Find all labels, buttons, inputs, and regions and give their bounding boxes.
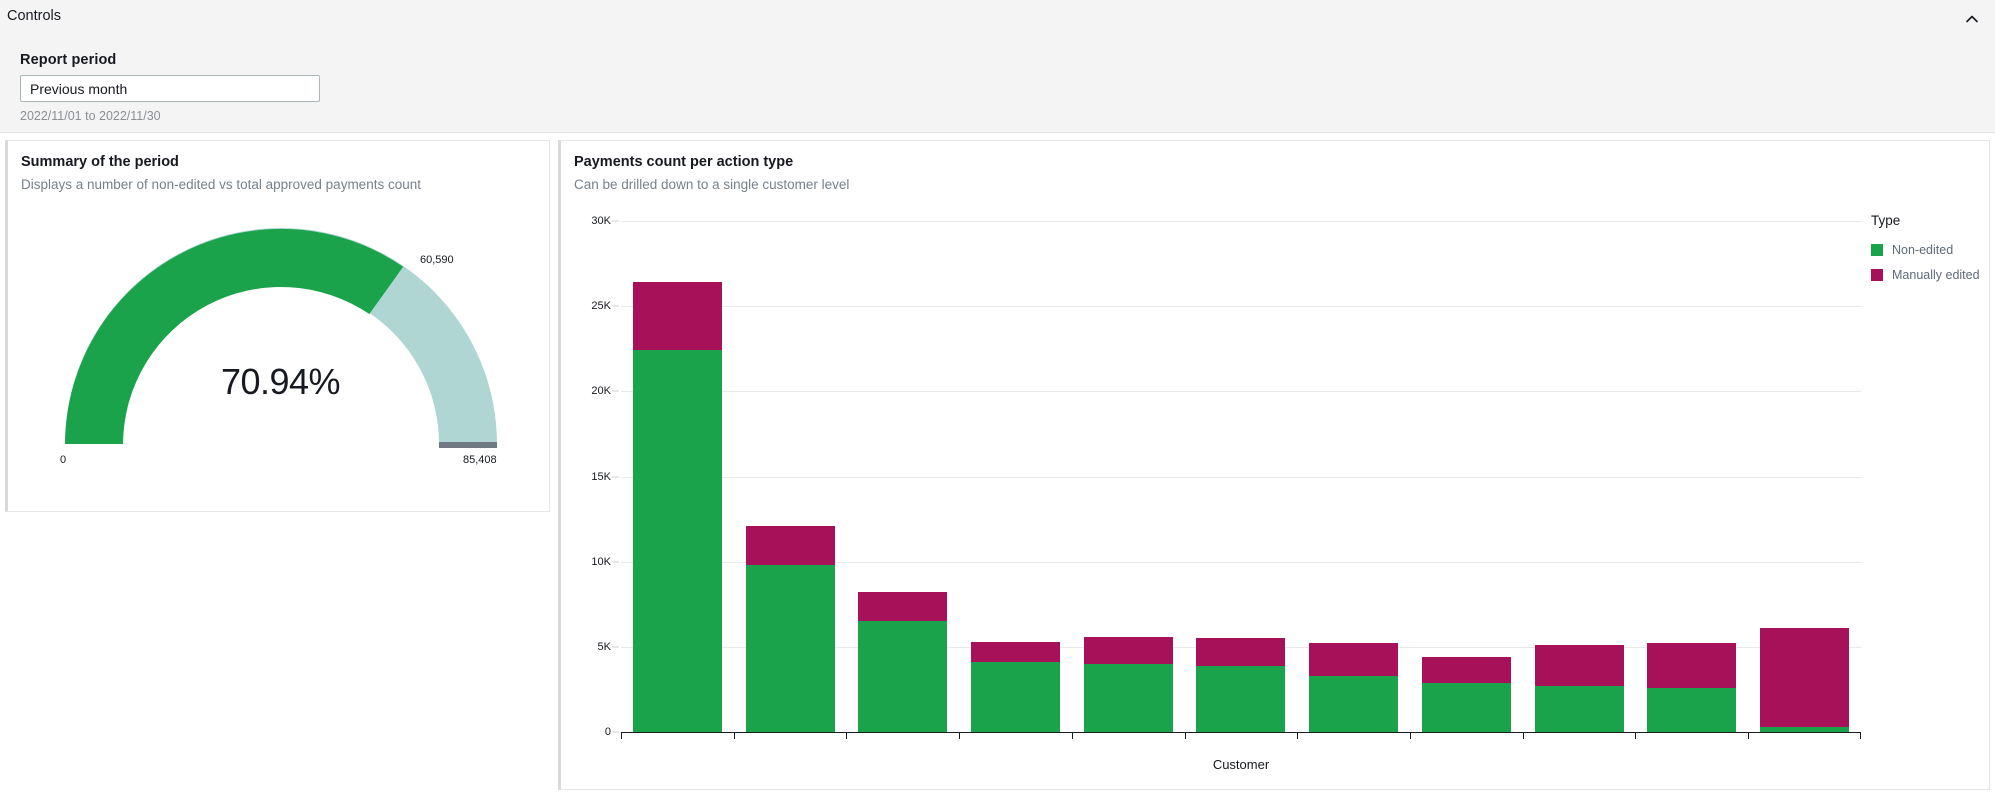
y-tick-mark xyxy=(612,731,619,733)
bar-group[interactable] xyxy=(846,221,959,739)
bar-segment[interactable] xyxy=(1421,683,1511,732)
x-tick-mark xyxy=(959,732,961,739)
y-tick-label: 10K xyxy=(591,555,611,568)
bar-group[interactable] xyxy=(1635,221,1748,739)
x-tick-mark xyxy=(1859,732,1861,739)
gauge-percent-label: 70.94% xyxy=(220,361,341,402)
report-period-range: 2022/11/01 to 2022/11/30 xyxy=(20,109,161,123)
bar-group[interactable] xyxy=(1184,221,1298,739)
x-axis-line xyxy=(621,732,1861,733)
bar-segment[interactable] xyxy=(632,282,722,351)
y-tick-label: 30K xyxy=(591,215,611,227)
chart-panel-subtitle: Can be drilled down to a single customer… xyxy=(574,177,850,192)
bar-segment[interactable] xyxy=(1196,665,1286,732)
bar-group[interactable] xyxy=(1297,221,1410,739)
gauge-value-arc xyxy=(65,228,404,444)
x-tick-mark xyxy=(1410,732,1412,739)
bar-segment[interactable] xyxy=(1760,628,1850,727)
x-tick-mark xyxy=(1184,732,1186,739)
gauge-min-label: 0 xyxy=(60,454,67,466)
bar-chart-plot[interactable]: 0 5K 10K 15K 20K 25K 30K xyxy=(591,215,1861,739)
x-tick-mark xyxy=(846,732,848,739)
bar-group[interactable] xyxy=(1410,221,1523,739)
chart-panel-title: Payments count per action type xyxy=(574,154,794,170)
x-tick-mark xyxy=(1297,732,1299,739)
bar-segment[interactable] xyxy=(1647,687,1737,732)
controls-section: Controls Report period Previous month 20… xyxy=(0,0,1995,133)
report-period-select[interactable]: Previous month xyxy=(20,75,320,102)
bar-segment[interactable] xyxy=(1421,657,1511,684)
bar-segment[interactable] xyxy=(858,621,948,732)
report-period-control: Report period Previous month 2022/11/01 … xyxy=(20,52,320,123)
y-tick-mark xyxy=(612,561,619,563)
summary-panel-title: Summary of the period xyxy=(21,154,179,170)
y-tick-mark xyxy=(612,646,619,648)
legend-item[interactable]: Non-edited xyxy=(1871,243,1991,257)
x-tick-mark xyxy=(1635,732,1637,739)
bar-series-container xyxy=(621,221,1861,739)
x-tick-mark xyxy=(1522,732,1524,739)
y-tick-label: 0 xyxy=(604,726,611,738)
bar-segment[interactable] xyxy=(1083,663,1173,732)
bar-segment[interactable] xyxy=(1309,643,1399,676)
bar-segment[interactable] xyxy=(745,565,835,732)
chevron-up-icon[interactable] xyxy=(1963,10,1981,28)
bar-segment[interactable] xyxy=(1309,675,1399,732)
chart-area: 0 5K 10K 15K 20K 25K 30K Customer Type Non-edi… xyxy=(561,201,1989,791)
controls-title: Controls xyxy=(7,8,61,24)
x-tick-mark xyxy=(1748,732,1750,739)
y-tick-mark xyxy=(612,476,619,477)
y-tick-label: 15K xyxy=(591,470,611,483)
legend-label: Non-edited xyxy=(1892,243,1954,257)
y-tick-label: 20K xyxy=(591,385,611,398)
legend-item[interactable]: Manually edited xyxy=(1871,268,1991,282)
x-axis-title: Customer xyxy=(1212,757,1270,772)
y-tick-mark xyxy=(612,220,619,222)
legend-label: Manually edited xyxy=(1892,268,1980,282)
bar-segment[interactable] xyxy=(970,641,1061,663)
y-tick-mark xyxy=(612,305,619,307)
dashboard-page: Controls Report period Previous month 20… xyxy=(0,0,1995,799)
legend-swatch xyxy=(1871,269,1883,281)
y-tick-label: 25K xyxy=(591,300,611,313)
y-tick-mark xyxy=(612,390,619,392)
x-tick-mark xyxy=(1071,732,1073,739)
legend-swatch xyxy=(1871,244,1883,256)
bar-group[interactable] xyxy=(1522,221,1636,739)
gauge-value-label: 60,590 xyxy=(420,254,454,266)
summary-panel: Summary of the period Displays a number … xyxy=(5,140,550,512)
bar-segment[interactable] xyxy=(1534,686,1624,732)
chart-legend: Type Non-edited Manually edited xyxy=(1871,213,1991,293)
bar-segment[interactable] xyxy=(1196,638,1286,666)
legend-title: Type xyxy=(1871,213,1901,228)
bar-group[interactable] xyxy=(733,221,847,739)
x-tick-mark xyxy=(733,732,735,739)
bar-segment[interactable] xyxy=(970,662,1061,732)
bar-group[interactable] xyxy=(959,221,1072,739)
bar-segment[interactable] xyxy=(1534,645,1624,687)
x-tick-mark xyxy=(621,732,622,739)
gauge-chart[interactable]: 70.94% 0 85,408 60,590 xyxy=(8,196,549,496)
bar-segment[interactable] xyxy=(1647,642,1737,688)
summary-panel-subtitle: Displays a number of non-edited vs total… xyxy=(21,177,421,192)
report-period-label: Report period xyxy=(20,52,117,68)
bar-segment[interactable] xyxy=(1083,636,1173,664)
bar-segment[interactable] xyxy=(745,525,835,566)
bar-group[interactable] xyxy=(1748,221,1861,739)
bar-segment[interactable] xyxy=(858,592,948,622)
y-tick-label: 5K xyxy=(597,640,611,653)
bar-group[interactable] xyxy=(621,221,734,739)
payments-chart-panel: Payments count per action type Can be dr… xyxy=(558,140,1990,790)
bar-group[interactable] xyxy=(1071,221,1185,739)
report-period-value: Previous month xyxy=(30,80,128,97)
bar-segment[interactable] xyxy=(632,350,722,732)
gauge-target-marker xyxy=(439,442,497,448)
gauge-max-label: 85,408 xyxy=(463,454,497,466)
